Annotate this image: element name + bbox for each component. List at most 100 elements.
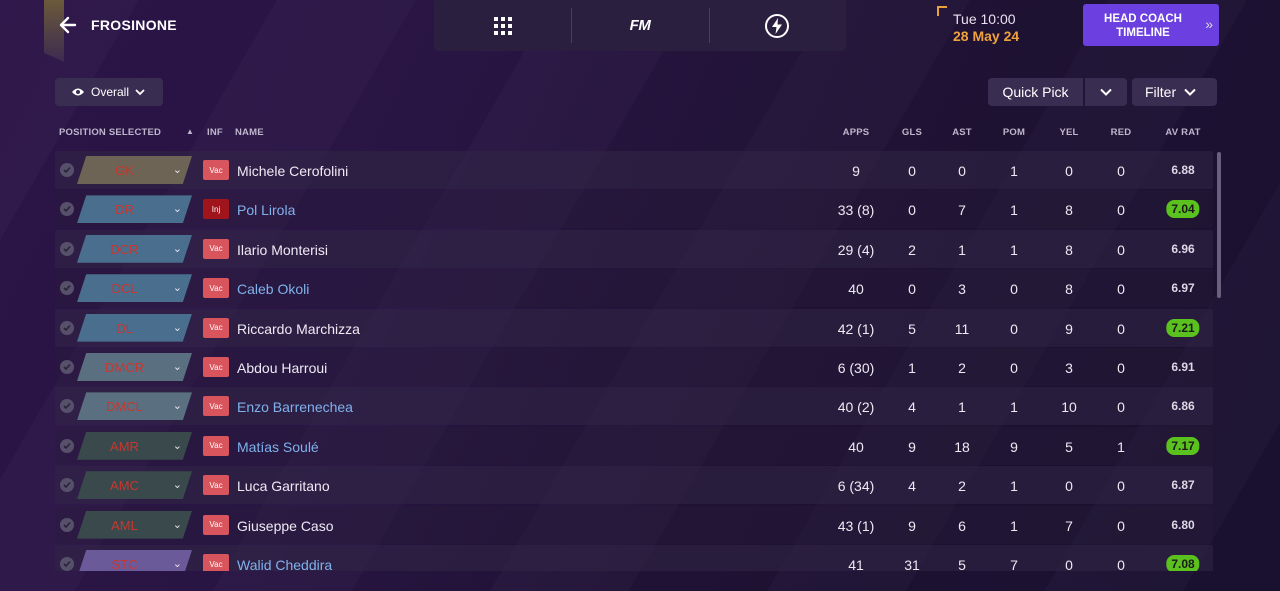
position-selector[interactable]: AMR ⌄ bbox=[77, 431, 192, 460]
quick-pick-button[interactable]: Quick Pick bbox=[988, 78, 1083, 106]
row-select-checkbox[interactable] bbox=[60, 399, 74, 414]
row-select-checkbox[interactable] bbox=[60, 517, 74, 532]
column-header-apps[interactable]: APPS bbox=[843, 127, 870, 138]
menu-grid-button[interactable] bbox=[434, 0, 571, 51]
status-badge[interactable]: Vac bbox=[203, 554, 229, 571]
table-row[interactable]: AMC ⌄ Vac Luca Garritano 6 (34) 4 2 1 0 0 6.87 bbox=[55, 466, 1213, 505]
table-row[interactable]: AMR ⌄ Vac Matías Soulé 40 9 18 9 5 1 7.17 bbox=[55, 426, 1213, 465]
row-select-checkbox[interactable] bbox=[60, 360, 74, 374]
average-rating-value: 6.87 bbox=[1171, 478, 1195, 493]
goals-value: 0 bbox=[908, 202, 916, 219]
column-header-inf[interactable]: INF bbox=[207, 127, 223, 138]
column-header-gls[interactable]: GLS bbox=[902, 127, 922, 138]
player-name[interactable]: Giuseppe Caso bbox=[237, 518, 334, 534]
yellow-cards-value: 3 bbox=[1065, 360, 1073, 376]
check-icon bbox=[63, 403, 71, 410]
back-button[interactable] bbox=[57, 14, 79, 36]
player-name[interactable]: Matías Soulé bbox=[237, 439, 319, 455]
goals-value: 4 bbox=[908, 478, 916, 495]
status-badge[interactable]: Vac bbox=[203, 317, 229, 338]
table-row[interactable]: DMCL ⌄ Vac Enzo Barrenechea 40 (2) 4 1 1 10 0 6.86 bbox=[55, 387, 1213, 426]
column-header-yel[interactable]: YEL bbox=[1059, 127, 1078, 138]
average-rating-value: 6.97 bbox=[1171, 281, 1195, 296]
chevron-down-icon bbox=[135, 89, 145, 96]
column-header-position[interactable]: POSITION SELECTED bbox=[59, 127, 161, 138]
position-selector[interactable]: DMCR ⌄ bbox=[77, 353, 192, 381]
row-select-checkbox[interactable] bbox=[60, 202, 74, 217]
quick-pick-dropdown[interactable] bbox=[1085, 78, 1127, 106]
table-row[interactable]: DMCR ⌄ Vac Abdou Harroui 6 (30) 1 2 0 3 0 6.91 bbox=[55, 348, 1213, 386]
average-rating-value: 6.91 bbox=[1171, 360, 1195, 374]
player-name[interactable]: Caleb Okoli bbox=[237, 281, 309, 297]
player-name[interactable]: Abdou Harroui bbox=[237, 360, 327, 376]
column-header-avrat[interactable]: AV RAT bbox=[1165, 127, 1200, 138]
assists-value: 0 bbox=[958, 163, 966, 179]
position-selector[interactable]: DCL ⌄ bbox=[77, 274, 192, 303]
status-badge[interactable]: Vac bbox=[203, 396, 229, 417]
filter-dropdown[interactable]: Filter bbox=[1132, 78, 1217, 106]
position-selector[interactable]: AMC ⌄ bbox=[77, 471, 192, 500]
table-row[interactable]: DR ⌄ Inj Pol Lirola 33 (8) 0 7 1 8 0 7.04 bbox=[55, 190, 1213, 229]
view-dropdown-label: Overall bbox=[91, 85, 130, 99]
status-badge[interactable]: Vac bbox=[203, 435, 229, 456]
position-selector[interactable]: DMCL ⌄ bbox=[77, 392, 192, 421]
table-row[interactable]: AML ⌄ Vac Giuseppe Caso 43 (1) 9 6 1 7 0 6.80 bbox=[55, 505, 1213, 544]
club-name: FROSINONE bbox=[91, 17, 177, 33]
goals-value: 2 bbox=[908, 241, 916, 258]
position-selector[interactable]: STC ⌄ bbox=[77, 550, 192, 571]
view-dropdown[interactable]: Overall bbox=[55, 78, 163, 106]
status-badge[interactable]: Inj bbox=[203, 199, 229, 220]
quick-actions-button[interactable] bbox=[708, 0, 846, 51]
status-badge[interactable]: Vac bbox=[203, 357, 229, 377]
position-selector[interactable]: DCR ⌄ bbox=[77, 234, 192, 263]
row-select-checkbox[interactable] bbox=[60, 281, 74, 296]
column-header-ast[interactable]: AST bbox=[952, 127, 972, 138]
average-rating-value: 6.80 bbox=[1171, 517, 1195, 532]
player-name[interactable]: Michele Cerofolini bbox=[237, 163, 348, 179]
table-row[interactable]: STC ⌄ Vac Walid Cheddira 41 31 5 7 0 0 7.08 bbox=[55, 545, 1213, 571]
column-header-pom[interactable]: POM bbox=[1003, 127, 1025, 138]
chevron-down-icon: ⌄ bbox=[172, 164, 182, 176]
position-selector[interactable]: AML ⌄ bbox=[77, 510, 192, 539]
goals-value: 0 bbox=[908, 281, 916, 298]
row-select-checkbox[interactable] bbox=[60, 557, 74, 571]
status-badge[interactable]: Vac bbox=[203, 278, 229, 299]
table-scrollbar[interactable] bbox=[1217, 152, 1221, 298]
row-select-checkbox[interactable] bbox=[60, 438, 74, 453]
position-selector[interactable]: GK ⌄ bbox=[77, 156, 192, 184]
player-name[interactable]: Enzo Barrenechea bbox=[237, 399, 353, 415]
position-label: DCL bbox=[111, 281, 138, 297]
player-name[interactable]: Riccardo Marchizza bbox=[237, 321, 360, 337]
check-icon bbox=[63, 521, 71, 528]
player-name[interactable]: Ilario Monterisi bbox=[237, 242, 328, 258]
position-selector[interactable]: DR ⌄ bbox=[77, 195, 192, 224]
chevron-down-icon: ⌄ bbox=[172, 282, 182, 295]
yellow-cards-value: 0 bbox=[1065, 163, 1073, 179]
status-badge[interactable]: Vac bbox=[203, 475, 229, 496]
status-badge[interactable]: Vac bbox=[203, 514, 229, 535]
status-badge[interactable]: Vac bbox=[203, 160, 229, 180]
player-name[interactable]: Luca Garritano bbox=[237, 478, 330, 494]
column-header-red[interactable]: RED bbox=[1111, 127, 1132, 138]
row-select-checkbox[interactable] bbox=[60, 163, 74, 177]
position-selector[interactable]: DL ⌄ bbox=[77, 313, 192, 342]
goals-value: 31 bbox=[904, 557, 920, 571]
table-row[interactable]: GK ⌄ Vac Michele Cerofolini 9 0 0 1 0 0 6.88 bbox=[55, 151, 1213, 189]
table-row[interactable]: DCR ⌄ Vac Ilario Monterisi 29 (4) 2 1 1 8 0 6.96 bbox=[55, 229, 1213, 268]
table-row[interactable]: DL ⌄ Vac Riccardo Marchizza 42 (1) 5 11 0 9 0 7.21 bbox=[55, 308, 1213, 347]
apps-value: 43 (1) bbox=[837, 517, 875, 534]
fm-home-button[interactable]: FM bbox=[571, 0, 708, 51]
chevron-down-icon: ⌄ bbox=[172, 361, 182, 373]
average-rating-value: 6.86 bbox=[1171, 399, 1195, 414]
row-select-checkbox[interactable] bbox=[60, 478, 74, 493]
apps-value: 40 bbox=[848, 281, 864, 298]
player-name[interactable]: Pol Lirola bbox=[237, 202, 295, 218]
row-select-checkbox[interactable] bbox=[60, 241, 74, 256]
check-icon bbox=[63, 206, 71, 213]
player-name[interactable]: Walid Cheddira bbox=[237, 557, 332, 571]
table-row[interactable]: DCL ⌄ Vac Caleb Okoli 40 0 3 0 8 0 6.97 bbox=[55, 269, 1213, 308]
status-badge[interactable]: Vac bbox=[203, 238, 229, 259]
row-select-checkbox[interactable] bbox=[60, 320, 74, 335]
column-header-name[interactable]: NAME bbox=[235, 127, 264, 138]
head-coach-timeline-button[interactable]: HEAD COACH TIMELINE » bbox=[1083, 4, 1219, 46]
